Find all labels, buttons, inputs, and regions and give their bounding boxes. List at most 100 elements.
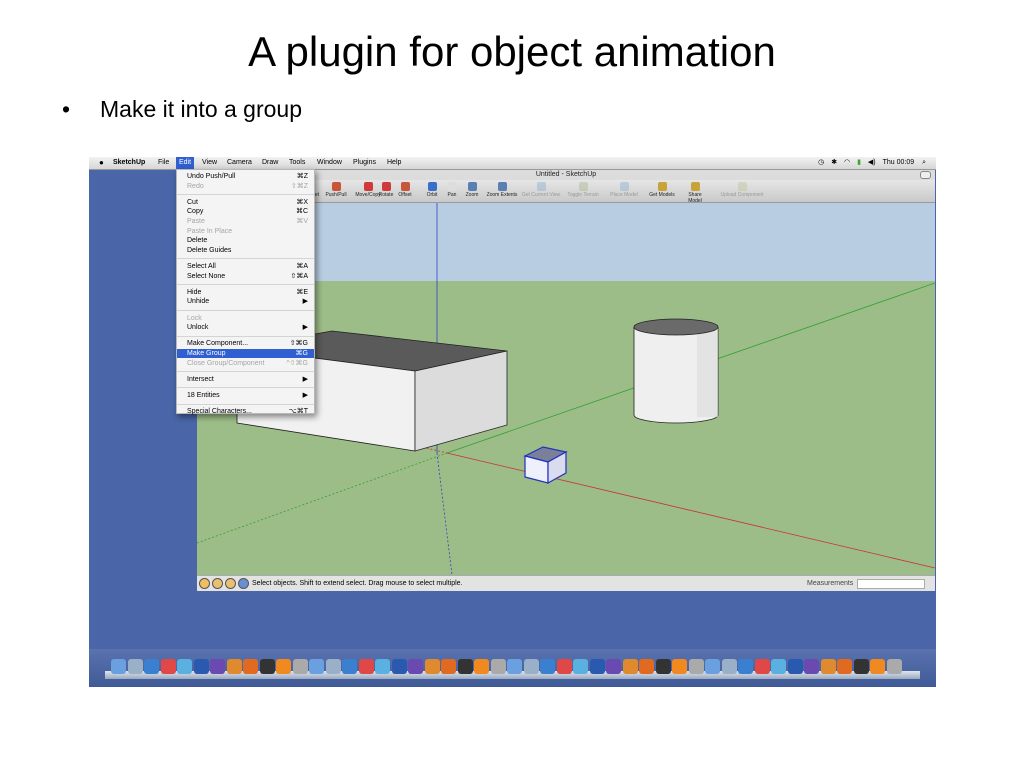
clock[interactable]: Thu 00:09 bbox=[883, 159, 915, 166]
battery-icon[interactable]: ▮ bbox=[857, 159, 861, 166]
dock-photoshop-icon[interactable] bbox=[193, 659, 209, 674]
dock-terminal-icon[interactable] bbox=[457, 659, 473, 674]
dock-after-effects-icon[interactable] bbox=[210, 659, 225, 674]
dock-finder-icon[interactable] bbox=[507, 659, 522, 674]
spotlight-icon[interactable]: ⌕ bbox=[922, 159, 926, 166]
menu-item-make-component[interactable]: Make Component... ⇧⌘G bbox=[177, 339, 314, 348]
dock-terminal-icon[interactable] bbox=[853, 659, 869, 674]
menu-item-hide[interactable]: Hide ⌘E bbox=[177, 288, 314, 297]
menu-window[interactable]: Window bbox=[317, 157, 342, 169]
menu-item-make-group[interactable]: Make Group ⌘G bbox=[177, 349, 314, 358]
dock-blender-icon[interactable] bbox=[226, 659, 242, 674]
dock-safari-icon[interactable] bbox=[540, 659, 555, 674]
dock-preview-icon[interactable] bbox=[325, 659, 341, 674]
tool-place-model[interactable]: Place Model bbox=[609, 182, 639, 198]
tool-pan[interactable]: Pan bbox=[445, 182, 459, 198]
dock-firefox-icon[interactable] bbox=[441, 659, 456, 674]
menu-item-paste[interactable]: Paste ⌘V bbox=[177, 217, 314, 226]
dock-trash-icon[interactable] bbox=[292, 659, 308, 674]
tool-offset[interactable]: Offset bbox=[396, 182, 414, 198]
dock-preview-icon[interactable] bbox=[721, 659, 737, 674]
dock-terminal-icon[interactable] bbox=[259, 659, 275, 674]
menu-edit[interactable]: Edit bbox=[176, 157, 195, 169]
menu-help[interactable]: Help bbox=[387, 157, 401, 169]
dock-itunes-icon[interactable] bbox=[573, 659, 588, 674]
dock-vlc-icon[interactable] bbox=[276, 659, 291, 674]
tool-orbit[interactable]: Orbit bbox=[425, 182, 439, 198]
apple-icon[interactable]: ● bbox=[99, 157, 104, 169]
dock-trash-icon[interactable] bbox=[490, 659, 506, 674]
menu-item-select-none[interactable]: Select None ⇧⌘A bbox=[177, 272, 314, 281]
dock-finder-icon[interactable] bbox=[309, 659, 324, 674]
dock-finder-icon[interactable] bbox=[705, 659, 720, 674]
dock-firefox-icon[interactable] bbox=[243, 659, 258, 674]
dock-photoshop-icon[interactable] bbox=[589, 659, 605, 674]
dock-blender-icon[interactable] bbox=[424, 659, 440, 674]
dock-terminal-icon[interactable] bbox=[655, 659, 671, 674]
dock-vlc-icon[interactable] bbox=[672, 659, 687, 674]
menu-item-copy[interactable]: Copy ⌘C bbox=[177, 207, 314, 216]
dock-preview-icon[interactable] bbox=[127, 659, 143, 674]
credits-icon[interactable] bbox=[212, 577, 223, 589]
menu-item-undo-push-pull[interactable]: Undo Push/Pull ⌘Z bbox=[177, 172, 314, 181]
bluetooth-icon[interactable]: ✱ bbox=[831, 159, 837, 166]
user-icon[interactable] bbox=[225, 577, 236, 589]
tool-zoom[interactable]: Zoom bbox=[464, 182, 480, 198]
dock-after-effects-icon[interactable] bbox=[606, 659, 621, 674]
menu-item-paste-in-place[interactable]: Paste In Place bbox=[177, 227, 314, 236]
menu-camera[interactable]: Camera bbox=[227, 157, 252, 169]
help-icon[interactable] bbox=[238, 577, 249, 589]
dock-trash-icon[interactable] bbox=[688, 659, 704, 674]
dock-vlc-icon[interactable] bbox=[474, 659, 489, 674]
volume-icon[interactable]: ◀) bbox=[868, 159, 876, 166]
geo-location-icon[interactable] bbox=[199, 577, 210, 589]
dock-preview-icon[interactable] bbox=[523, 659, 539, 674]
dock-after-effects-icon[interactable] bbox=[804, 659, 819, 674]
dock-after-effects-icon[interactable] bbox=[408, 659, 423, 674]
menu-item-close-group-component[interactable]: Close Group/Component ^⇧⌘G bbox=[177, 359, 314, 368]
menu-item-18-entities[interactable]: 18 Entities ▶ bbox=[177, 391, 314, 400]
tool-push-pull[interactable]: Push/Pull bbox=[323, 182, 349, 198]
menu-item-cut[interactable]: Cut ⌘X bbox=[177, 198, 314, 207]
dock-finder-icon[interactable] bbox=[111, 659, 126, 674]
menu-item-redo[interactable]: Redo ⇧⌘Z bbox=[177, 182, 314, 191]
tool-rotate[interactable]: Rotate bbox=[377, 182, 395, 198]
menu-item-unlock[interactable]: Unlock ▶ bbox=[177, 323, 314, 332]
menu-draw[interactable]: Draw bbox=[262, 157, 278, 169]
dock-safari-icon[interactable] bbox=[342, 659, 357, 674]
tool-share-model[interactable]: Share Model bbox=[681, 182, 709, 204]
dock-ical-icon[interactable] bbox=[160, 659, 176, 674]
dock-firefox-icon[interactable] bbox=[639, 659, 654, 674]
tool-toggle-terrain[interactable]: Toggle Terrain bbox=[565, 182, 601, 198]
menu-plugins[interactable]: Plugins bbox=[353, 157, 376, 169]
dock-safari-icon[interactable] bbox=[144, 659, 159, 674]
dock-blender-icon[interactable] bbox=[622, 659, 638, 674]
dock-vlc-icon[interactable] bbox=[870, 659, 885, 674]
time-machine-icon[interactable]: ◷ bbox=[818, 159, 824, 166]
menu-tools[interactable]: Tools bbox=[289, 157, 305, 169]
dock-itunes-icon[interactable] bbox=[177, 659, 192, 674]
menu-app-name[interactable]: SketchUp bbox=[113, 157, 145, 169]
tool-upload-component[interactable]: Upload Component bbox=[718, 182, 766, 198]
dock-ical-icon[interactable] bbox=[556, 659, 572, 674]
menu-item-delete[interactable]: Delete bbox=[177, 236, 314, 245]
window-zoom-button[interactable] bbox=[920, 171, 931, 179]
dock-ical-icon[interactable] bbox=[358, 659, 374, 674]
dock-photoshop-icon[interactable] bbox=[787, 659, 803, 674]
menu-item-special-characters[interactable]: Special Characters... ⌥⌘T bbox=[177, 407, 314, 416]
dock-firefox-icon[interactable] bbox=[837, 659, 852, 674]
dock-safari-icon[interactable] bbox=[738, 659, 753, 674]
dock-blender-icon[interactable] bbox=[820, 659, 836, 674]
wifi-icon[interactable]: ◠ bbox=[844, 159, 850, 166]
dock-trash-icon[interactable] bbox=[886, 659, 902, 674]
measurements-input[interactable] bbox=[857, 579, 925, 589]
tool-get-current-view[interactable]: Get Current View bbox=[519, 182, 563, 198]
dock-itunes-icon[interactable] bbox=[375, 659, 390, 674]
dock-itunes-icon[interactable] bbox=[771, 659, 786, 674]
menu-file[interactable]: File bbox=[158, 157, 169, 169]
menu-item-delete-guides[interactable]: Delete Guides bbox=[177, 246, 314, 255]
tool-get-models[interactable]: Get Models bbox=[649, 182, 675, 198]
menu-item-intersect[interactable]: Intersect ▶ bbox=[177, 375, 314, 384]
menu-view[interactable]: View bbox=[202, 157, 217, 169]
menu-item-unhide[interactable]: Unhide ▶ bbox=[177, 297, 314, 306]
